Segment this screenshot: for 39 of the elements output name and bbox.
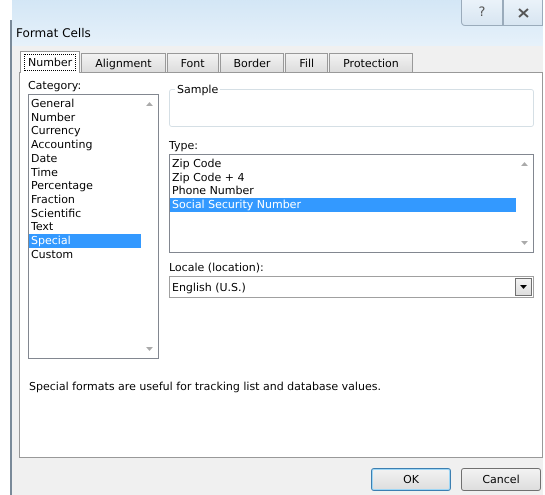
tab[interactable]: Fill <box>285 53 328 72</box>
list-item[interactable]: Phone Number <box>170 184 516 198</box>
tab[interactable]: Border <box>220 53 284 72</box>
list-item[interactable]: General <box>29 97 141 111</box>
category-label: Category: <box>28 79 82 92</box>
sample-label: Sample <box>175 83 220 96</box>
locale-label: Locale (location): <box>169 261 265 274</box>
help-button[interactable]: ? <box>461 0 503 26</box>
scroll-up-icon[interactable] <box>521 162 528 166</box>
list-item[interactable]: Zip Code + 4 <box>170 170 516 184</box>
scroll-down-icon[interactable] <box>146 347 153 351</box>
dropdown-arrow-icon <box>520 285 527 289</box>
list-item[interactable]: Number <box>29 110 141 124</box>
type-list[interactable]: Zip Code Zip Code + 4 Phone Number Social Security Number <box>169 154 534 253</box>
type-label: Type: <box>169 139 199 152</box>
ok-button[interactable]: OK <box>371 468 451 491</box>
list-item[interactable]: Currency <box>29 124 141 138</box>
description-text: Special formats are useful for tracking list and database values. <box>29 380 382 393</box>
list-item[interactable]: Custom <box>29 248 141 262</box>
list-item[interactable]: Time <box>29 166 141 180</box>
list-item[interactable]: Accounting <box>29 138 141 152</box>
list-item[interactable]: Percentage <box>29 179 141 193</box>
list-item[interactable]: Zip Code <box>170 157 516 171</box>
list-item[interactable]: Date <box>29 152 141 166</box>
tab[interactable]: Alignment <box>81 53 166 72</box>
close-button[interactable] <box>503 0 543 26</box>
window-title: Format Cells <box>15 25 91 40</box>
category-list[interactable]: General Number Currency Accounting Date Time Percentage Fraction Scientific Text Special Custom <box>28 94 159 359</box>
list-item[interactable]: Text <box>29 220 141 234</box>
cancel-button[interactable]: Cancel <box>461 468 541 491</box>
locale-dropdown[interactable]: English (U.S.) <box>169 276 534 298</box>
scroll-down-icon[interactable] <box>521 241 528 245</box>
tab[interactable]: Number <box>20 51 80 73</box>
list-item[interactable]: Fraction <box>29 192 141 207</box>
scroll-up-icon[interactable] <box>146 102 153 106</box>
tab[interactable]: Font <box>166 53 219 72</box>
list-item[interactable]: Scientific <box>29 206 141 220</box>
tab[interactable]: Protection <box>329 53 413 72</box>
close-icon <box>518 8 528 18</box>
